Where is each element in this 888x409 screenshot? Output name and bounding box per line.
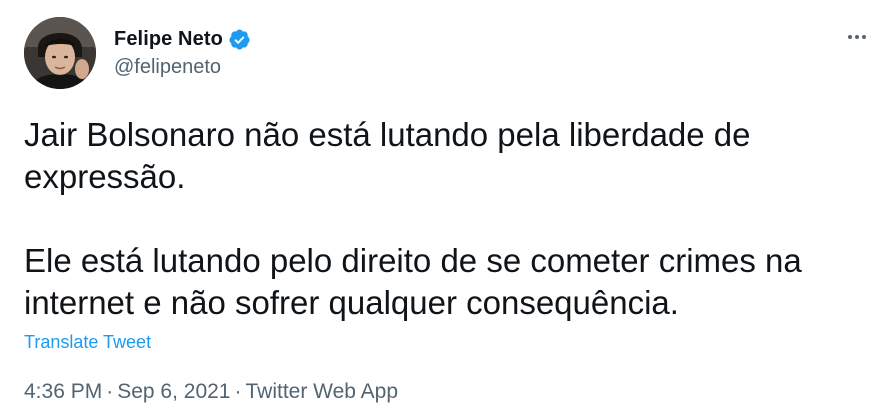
avatar-photo-icon <box>24 17 96 89</box>
tweet-text: Jair Bolsonaro não está lutando pela lib… <box>24 114 864 324</box>
author-handle[interactable]: @felipeneto <box>114 56 221 79</box>
meta-separator: · <box>234 380 242 403</box>
tweet-time[interactable]: 4:36 PM <box>24 380 102 403</box>
avatar[interactable] <box>24 17 96 89</box>
tweet-card: Felipe Neto @felipeneto Jair Bolsonaro n… <box>0 0 888 409</box>
verified-badge-icon <box>228 28 251 51</box>
more-options-icon[interactable] <box>842 25 872 49</box>
author-display-name[interactable]: Felipe Neto <box>114 28 223 51</box>
tweet-metadata: 4:36 PM · Sep 6, 2021 · Twitter Web App <box>24 380 398 404</box>
tweet-date[interactable]: Sep 6, 2021 <box>117 380 230 403</box>
meta-separator: · <box>106 380 114 403</box>
tweet-paragraph: Jair Bolsonaro não está lutando pela lib… <box>24 116 751 195</box>
author-name-row[interactable]: Felipe Neto <box>114 25 251 53</box>
translate-tweet-link[interactable]: Translate Tweet <box>24 332 151 353</box>
tweet-source[interactable]: Twitter Web App <box>245 380 398 403</box>
tweet-paragraph: Ele está lutando pelo direito de se come… <box>24 242 802 321</box>
